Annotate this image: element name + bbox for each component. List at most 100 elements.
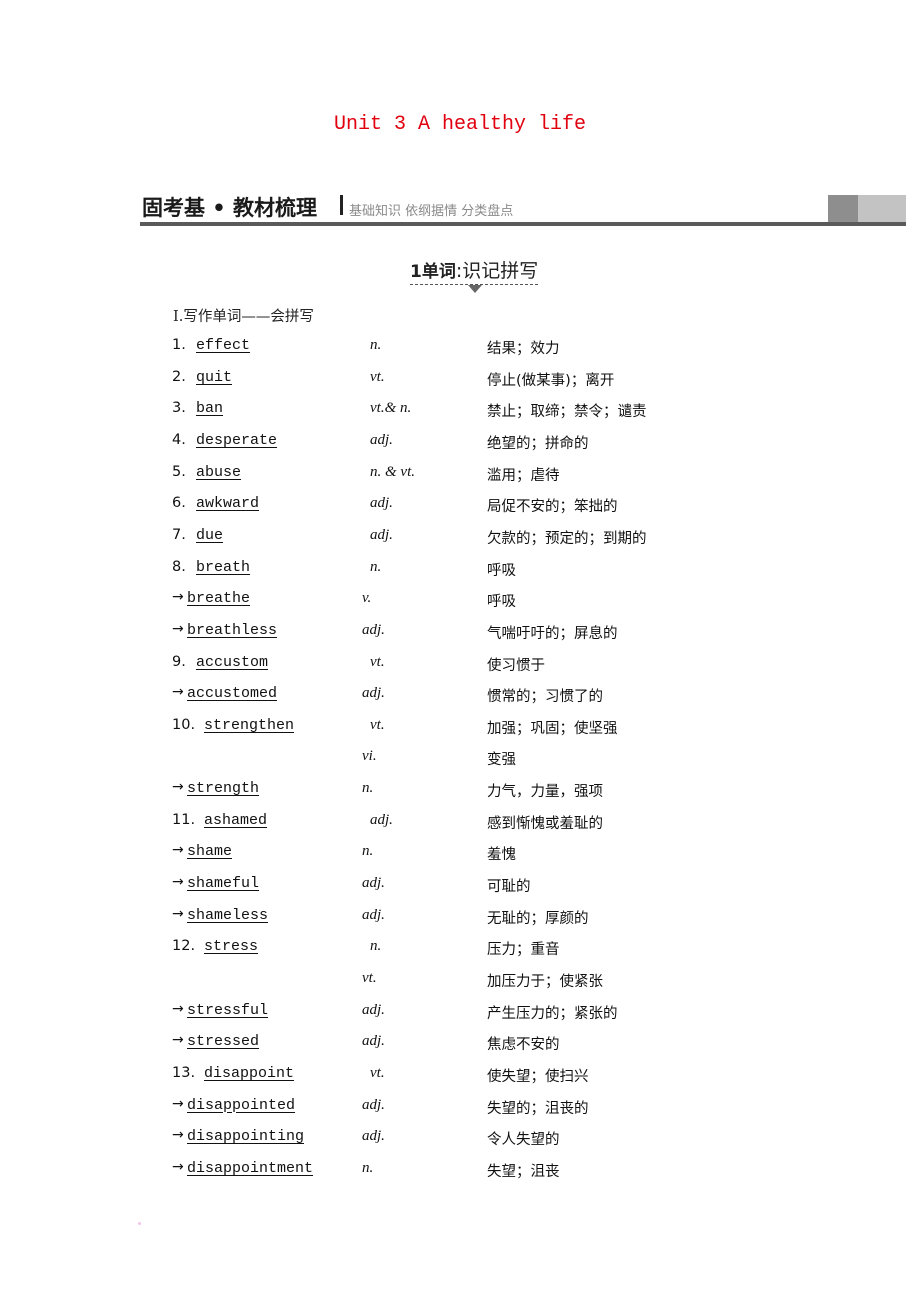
entry-word: stressful <box>187 1001 269 1019</box>
entry-meaning: 失望；沮丧 <box>487 1163 560 1180</box>
entry-word: shameful <box>187 875 260 893</box>
arrow-right-icon: → <box>172 874 184 891</box>
arrow-right-icon: → <box>172 1032 184 1049</box>
entry-meaning: 禁止；取缔；禁令；谴责 <box>487 404 647 421</box>
part-of-speech: vt. <box>362 970 377 986</box>
part-of-speech: v. <box>362 590 372 607</box>
entry-word: shameless <box>187 906 269 924</box>
entry-meaning: 结果；效力 <box>487 341 560 357</box>
section-number: 1 <box>410 262 422 282</box>
entry-number: 9. <box>172 653 186 670</box>
entry-word: breath <box>196 558 251 576</box>
arrow-right-icon: → <box>172 905 184 922</box>
part-of-speech: adj. <box>370 431 393 448</box>
entry-word: disappointing <box>187 1128 305 1146</box>
part-of-speech: adj. <box>370 495 393 512</box>
entry-word: abuse <box>196 463 242 481</box>
entry-word: breathe <box>187 590 251 608</box>
part-of-speech: n. <box>362 1159 374 1176</box>
part-of-speech: n. <box>362 843 374 860</box>
part-of-speech: adj. <box>362 1033 385 1050</box>
part-of-speech: n. <box>370 938 382 955</box>
entry-meaning: 停止(做某事)；离开 <box>487 372 615 389</box>
section-heading: 1单词:识记拼写 <box>410 256 539 285</box>
part-of-speech: vt. <box>370 716 385 733</box>
arrow-right-icon: → <box>172 1000 184 1017</box>
entry-word: strength <box>187 780 260 798</box>
section-label: 单词 <box>421 262 456 282</box>
part-of-speech: adj. <box>370 811 393 828</box>
entry-meaning: 惯常的；习惯了的 <box>487 689 603 706</box>
entry-word: breathless <box>187 621 278 639</box>
entry-word: effect <box>196 337 251 354</box>
part-of-speech: vi. <box>362 748 377 765</box>
entry-number: 7. <box>172 526 186 543</box>
entry-meaning: 羞愧 <box>487 847 516 864</box>
entry-meaning: 呼吸 <box>487 562 516 579</box>
entry-meaning: 使习惯于 <box>487 657 545 674</box>
part-of-speech: adj. <box>370 526 393 543</box>
entry-meaning: 可耻的 <box>487 879 531 896</box>
part-of-speech: n. <box>370 558 382 575</box>
entry-meaning: 感到惭愧或羞耻的 <box>487 815 603 832</box>
entry-number: 12. <box>172 938 196 955</box>
entry-meaning: 力气，力量，强项 <box>487 784 603 801</box>
banner-subtitle: 基础知识 依纲据情 分类盘点 <box>349 204 514 219</box>
entry-word: stressed <box>187 1033 260 1051</box>
entry-word: disappointment <box>187 1159 314 1177</box>
entry-number: 6. <box>172 495 186 512</box>
entry-word: desperate <box>196 431 278 449</box>
entry-word: quit <box>196 368 233 386</box>
entry-number: 4. <box>172 431 186 448</box>
entry-meaning: 呼吸 <box>487 594 516 611</box>
entry-word: accustom <box>196 653 269 671</box>
part-of-speech: adj. <box>362 1001 385 1018</box>
arrow-right-icon: → <box>172 684 184 701</box>
entry-number: 2. <box>172 368 186 385</box>
entry-word: disappointed <box>187 1096 296 1114</box>
part-of-speech: n. <box>370 337 382 353</box>
arrow-right-icon: → <box>172 842 184 859</box>
entry-meaning: 焦虑不安的 <box>487 1037 560 1054</box>
part-of-speech: n. & vt. <box>370 463 415 480</box>
part-of-speech: adj. <box>362 906 385 923</box>
entry-number: 11. <box>172 811 196 828</box>
entry-meaning: 压力；重音 <box>487 942 560 959</box>
banner-decor-block-dark <box>828 195 858 222</box>
entry-number: 3. <box>172 400 186 417</box>
entry-word: disappoint <box>204 1064 295 1082</box>
part-of-speech: adj. <box>362 1128 385 1145</box>
part-title: Ⅰ.写作单词——会拼写 <box>173 309 314 325</box>
part-of-speech: adj. <box>362 1096 385 1113</box>
entry-meaning: 欠款的；预定的；到期的 <box>487 530 647 547</box>
entry-word: awkward <box>196 495 260 513</box>
unit-title: Unit 3 A healthy life <box>0 113 920 136</box>
part-of-speech: adj. <box>362 685 385 702</box>
banner-rule <box>140 222 906 226</box>
entry-meaning: 加强；巩固；使坚强 <box>487 720 618 737</box>
part-of-speech: vt.& n. <box>370 400 412 417</box>
unit-title-text: Unit 3 A healthy life <box>333 113 587 136</box>
entry-word: ban <box>196 400 224 418</box>
entry-word: ashamed <box>204 811 268 829</box>
part-of-speech: vt. <box>370 1064 385 1081</box>
part-of-speech: vt. <box>370 368 385 385</box>
entry-word: stress <box>204 938 259 956</box>
entry-word: shame <box>187 843 233 861</box>
entry-meaning: 产生压力的；紧张的 <box>487 1005 618 1022</box>
section-banner: 固考基 • 教材梳理 基础知识 依纲据情 分类盘点 <box>140 190 906 228</box>
entry-word: strengthen <box>204 716 295 734</box>
entry-word: due <box>196 526 224 544</box>
entry-number: 8. <box>172 558 186 575</box>
arrow-right-icon: → <box>172 1158 184 1175</box>
arrow-right-icon: → <box>172 589 184 606</box>
entry-number: 13. <box>172 1064 196 1081</box>
arrow-right-icon: → <box>172 1095 184 1112</box>
entry-word: accustomed <box>187 685 278 703</box>
entry-meaning: 气喘吁吁的；屏息的 <box>487 625 618 642</box>
entry-meaning: 失望的；沮丧的 <box>487 1100 589 1117</box>
banner-title: 固考基 • 教材梳理 <box>142 196 318 220</box>
arrow-right-icon: → <box>172 779 184 796</box>
entry-meaning: 无耻的；厚颜的 <box>487 910 589 927</box>
entry-meaning: 变强 <box>487 752 516 769</box>
